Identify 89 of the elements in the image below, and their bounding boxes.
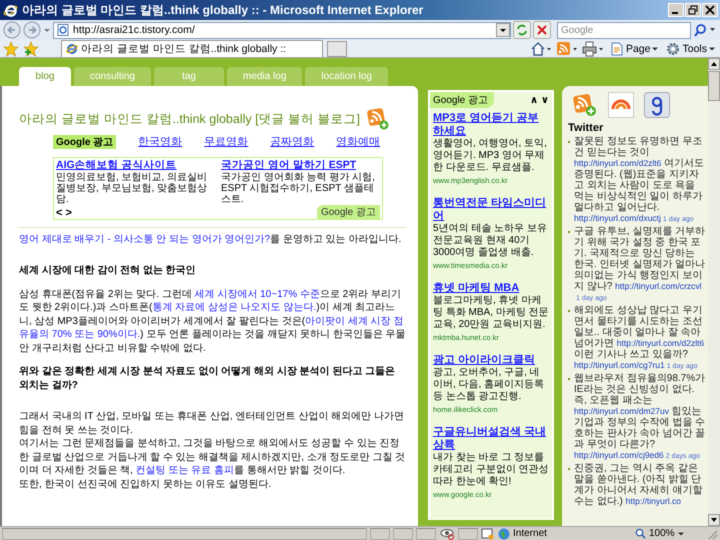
- stop-icon[interactable]: [533, 21, 551, 39]
- status-bar-panel: [370, 528, 390, 540]
- intro-link[interactable]: 영어 제대로 배우기 - 의사소통 안 되는 영어가 영어인가?: [19, 234, 270, 245]
- twitter-heading: Twitter: [568, 122, 604, 134]
- ad-description: 생활영어, 여행영어, 토익, 영어듣기. MP3 영어 무제한 다운로드. 무료샘플.: [433, 138, 548, 174]
- article-paragraph: 또한, 한국이 선진국에 진입하지 못하는 이유도 설명된다.: [19, 478, 272, 491]
- favorites-star-icon[interactable]: [3, 40, 19, 56]
- tweet-link[interactable]: http://tinyurl.com/dm27uv: [574, 406, 669, 416]
- caret-icon: [709, 46, 715, 52]
- page-icon: [57, 24, 69, 36]
- tweet-link[interactable]: http://tinyurl.com/d2zlt6: [616, 338, 704, 348]
- feed-icon[interactable]: [366, 108, 390, 130]
- security-zone: Internet: [498, 528, 628, 540]
- browser-logo-icon: [66, 43, 78, 55]
- magnifier-icon: [635, 528, 646, 539]
- page-icon: [610, 42, 624, 56]
- restore-icon[interactable]: [685, 3, 701, 17]
- ad-description: 국가공인 영어회화 능력 평가 시험, ESPT 시험접수하기, ESPT 샘플테스트.: [221, 172, 376, 205]
- address-field[interactable]: http://asrai21c.tistory.com/: [53, 22, 511, 38]
- google-icon[interactable]: [644, 92, 670, 118]
- intro-text: 영어 제대로 배우기 - 의사소통 안 되는 영어가 영어인가?를 운영하고 있는 아라입니다.: [19, 227, 406, 246]
- status-bar-panel: [416, 528, 436, 540]
- feed-icon[interactable]: [608, 92, 634, 118]
- scroll-thumb[interactable]: [708, 71, 720, 101]
- browser-logo-icon: [3, 2, 18, 18]
- ad-link[interactable]: 공짜영화: [270, 134, 314, 149]
- tweet-link[interactable]: http://tinyurl.com/cj9ed6: [574, 450, 664, 460]
- ad-description: 내가 찾는 바로 그 정보를 카테고리 구분없이 연관성따라 한눈에 확인!: [433, 452, 549, 488]
- ad-link[interactable]: 영화예매: [336, 134, 380, 149]
- ad-link[interactable]: 한국영화: [138, 134, 182, 149]
- status-bar-panel: [458, 528, 478, 540]
- article-paragraph: 여기서는 그런 문제점들을 분석하고, 그것을 바탕으로 해외에서도 성공할 수 있는 진정한 글로벌 산업으로 거듭나게 할 수 있는 해결책을 제시하겠지만, 소개 정도로만 그칠 것이며 더 자세한 것들은 책, 컨설팅 또는 유료 홈피를 통해서만 밝힐 것이다.: [19, 437, 406, 478]
- close-icon[interactable]: [702, 3, 718, 17]
- ad-label: Google 광고: [53, 134, 116, 148]
- blog-title[interactable]: 아라의 글로벌 마인드 칼럼..think globally [댓글 불허 블로그]: [19, 110, 360, 128]
- home-icon[interactable]: [530, 40, 552, 56]
- page-menu-button[interactable]: Page: [608, 42, 660, 56]
- ad-label: Google 광고: [430, 92, 494, 108]
- article-paragraph: 그래서 국내의 IT 산업, 모바일 또는 휴대폰 산업, 엔터테인먼트 산업이 해외에만 나가면 힘을 전혀 못 쓰는 것이다.: [19, 410, 405, 437]
- ad-label: Google 광고: [316, 205, 380, 219]
- minimize-icon[interactable]: [668, 3, 684, 17]
- dropdown-icon[interactable]: [496, 23, 510, 37]
- ad-link[interactable]: 무료영화: [204, 134, 248, 149]
- feed-icon[interactable]: [572, 93, 598, 117]
- ad-title-link[interactable]: 광고 아이라이크클릭: [433, 354, 549, 367]
- ad-title-link[interactable]: 국가공인 영어 말하기 ESPT: [221, 159, 356, 171]
- tweet-link[interactable]: http://tinyurl.com/cg7ru1: [574, 360, 665, 370]
- status-bar-panel: [393, 528, 413, 540]
- ad-title-link[interactable]: 휴넷 마케팅 MBA: [433, 282, 549, 295]
- scroll-down-icon[interactable]: [708, 514, 720, 526]
- article-question: 위와 같은 정확한 세계 시장 분석 자료도 없이 어떻게 해외 시장 분석이 된다고 그들은 외치는 걸까?: [19, 365, 396, 392]
- ad-pager[interactable]: ∧ ∨: [530, 94, 552, 106]
- new-tab-button[interactable]: [327, 40, 347, 56]
- ad-title-link[interactable]: MP3로 영어듣기 공부하세요: [433, 112, 549, 138]
- search-icon[interactable]: [693, 22, 717, 38]
- zoom-button[interactable]: 100%: [631, 528, 703, 539]
- gear-icon: [666, 42, 680, 56]
- article-heading: 세계 시장에 대한 감이 전혀 없는 한국인: [19, 264, 197, 278]
- tools-menu-button[interactable]: Tools: [664, 42, 717, 56]
- search-field[interactable]: Google: [557, 22, 691, 38]
- back-button-icon[interactable]: [3, 21, 21, 39]
- ad-description: 민영의료보험, 보험비교, 의료실비 질병보장, 부모님보험, 맞춤보험상담.: [56, 172, 208, 205]
- resize-grip-icon[interactable]: [706, 528, 718, 540]
- globe-icon: [498, 528, 510, 540]
- ad-title-link[interactable]: 구글유니버설검색 국내상륙: [433, 426, 549, 452]
- add-favorite-icon[interactable]: [23, 40, 39, 56]
- tweet-text: 진중권, 그는 역시 주옥 같은 말을 쏟아낸다. (아직 밝힐 단계가 아니어서 자세히 얘기할 수는 없다.) http://tinyurl.co: [568, 463, 706, 507]
- tweet-link[interactable]: http://tinyurl.com/crzcvl: [615, 281, 702, 291]
- popup-icon: [481, 528, 495, 540]
- ad-description: 광고, 오버추어, 구글, 네이버, 다음, 홈페이지등록 등 논스톱 광고진행.: [433, 367, 546, 403]
- tweet-link[interactable]: http://tinyurl.co: [626, 496, 681, 506]
- ad-description: 5년여의 테솔 노하우 보유 전문교육원 현재 40기 3000여명 졸업생 배출.: [433, 223, 548, 259]
- tweet-link[interactable]: http://tinyurl.com/dxuctj: [574, 213, 661, 223]
- privacy-icon: [439, 528, 455, 540]
- article-paragraph: 삼성 휴대폰(점유율 2위는 맞다. 그런데 세계 시장에서 10~17% 수준으로 2위라 부리기도 뭣한 2위이다.)과 스마트폰(통계 자료에 삼성은 나오지도 않는다.)이 세계 최고라느니, 삼성 MP3플레이어와 아이리버가 세계에서 잘 팔린다는 것은(아이팟이 세계 시장 점유율의 70% 또는 90%이다.) 모두 언론 플레이라는 것을 깨닫지 못하니 한국인들은 우물 안 개구리처럼 산다고 비유할 수밖에 없다.: [19, 288, 406, 355]
- ad-pager[interactable]: < >: [56, 207, 72, 219]
- caret-icon[interactable]: [43, 26, 51, 34]
- window-title: 아라의 글로벌 마인드 칼럼..think globally :: - Microsoft Internet Explorer: [22, 2, 424, 18]
- tweet-link[interactable]: http://tinyurl.com/d2zlt6: [574, 158, 662, 168]
- scrollbar-track[interactable]: [708, 58, 720, 526]
- ad-title-link[interactable]: AIG손해보험 공식사이트: [56, 159, 177, 171]
- caret-icon: [652, 46, 658, 52]
- printer-icon[interactable]: [582, 40, 604, 56]
- ad-description: 블로그마케팅, 휴넷 마케팅 특화 MBA, 마케팅 전문교육, 20만원 교육비지원.: [433, 295, 549, 331]
- ad-title-link[interactable]: 통번역전문 타임스미디어: [433, 197, 549, 223]
- caret-icon: [678, 530, 684, 536]
- browser-tab[interactable]: 아라의 글로벌 마인드 칼럼..think globally ::: [61, 40, 323, 57]
- scroll-up-icon[interactable]: [708, 58, 720, 70]
- forward-button-icon[interactable]: [23, 21, 41, 39]
